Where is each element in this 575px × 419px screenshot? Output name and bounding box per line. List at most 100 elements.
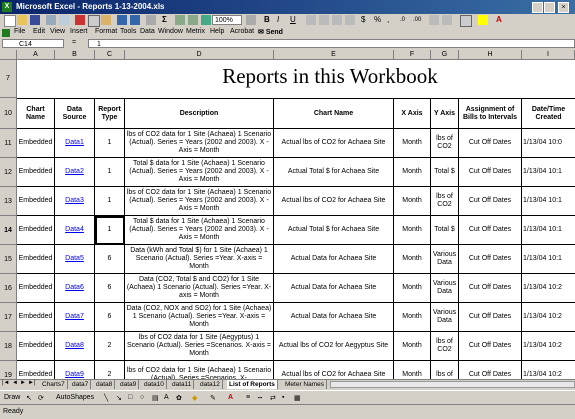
fill-color-draw-icon[interactable]: ◆ — [192, 394, 197, 402]
menu-data[interactable]: Data — [140, 28, 155, 35]
header-description[interactable]: Description — [125, 98, 274, 129]
y-axis-cell[interactable]: Various Data — [431, 245, 459, 274]
chart-type-cell[interactable]: Embedded — [17, 245, 55, 274]
data-source-link[interactable]: Data3 — [55, 187, 95, 216]
italic-icon[interactable]: I — [277, 15, 287, 25]
chart-type-cell[interactable]: Embedded — [17, 274, 55, 303]
column-header-c[interactable]: C — [95, 50, 125, 60]
horizontal-scrollbar[interactable] — [330, 381, 575, 388]
assignment-cell[interactable]: Cut Off Dates — [459, 361, 522, 379]
chart-name-cell[interactable]: Actual Data for Achaea Site — [274, 245, 394, 274]
x-axis-cell[interactable]: Month — [394, 274, 431, 303]
chart-type-cell[interactable]: Embedded — [17, 216, 55, 245]
chart-name-cell[interactable]: Actual lbs of CO2 for Aegyptus Site — [274, 332, 394, 361]
arrow-style-icon[interactable]: ⇄ — [270, 394, 276, 402]
close-button[interactable]: × — [558, 2, 569, 13]
borders-icon[interactable] — [460, 15, 472, 27]
menu-help[interactable]: Help — [210, 28, 224, 35]
menu-file[interactable]: File — [14, 28, 25, 35]
row-header[interactable]: 13 — [0, 187, 17, 216]
align-right-icon[interactable] — [332, 15, 342, 25]
x-axis-cell[interactable]: Month — [394, 158, 431, 187]
description-cell[interactable]: lbs of CO2 data for 1 Site (Aegyptus) 1 … — [125, 332, 274, 361]
chart-wizard-icon[interactable] — [201, 15, 211, 25]
open-icon[interactable] — [17, 15, 27, 25]
print-preview-icon[interactable] — [59, 15, 69, 25]
date-created-cell[interactable]: 1/13/04 10:1 — [522, 158, 575, 187]
copy-icon[interactable] — [88, 15, 100, 27]
tab-charts7[interactable]: Charts7 — [40, 380, 68, 389]
description-cell[interactable]: Total $ data for 1 Site (Achaea) 1 Scena… — [125, 216, 274, 245]
report-type-cell[interactable]: 6 — [95, 274, 125, 303]
chart-name-cell[interactable]: Actual Data for Achaea Site — [274, 274, 394, 303]
row-header[interactable]: 14 — [0, 216, 17, 245]
report-type-cell[interactable]: 1 — [95, 216, 125, 245]
arrow-icon[interactable]: ↘ — [116, 394, 122, 402]
hyperlink[interactable]: Data8 — [65, 342, 84, 350]
menu-acrobat[interactable]: Acrobat — [230, 28, 254, 35]
line-icon[interactable]: ╲ — [104, 394, 108, 402]
shadow-icon[interactable]: ▪ — [282, 394, 284, 401]
fill-color-icon[interactable] — [478, 15, 488, 25]
header-assignment[interactable]: Assignment of Bills to Intervals — [459, 98, 522, 129]
name-box[interactable]: C14 — [2, 39, 64, 48]
description-cell[interactable]: lbs of CO2 data for 1 Site (Achaea) 1 Sc… — [125, 129, 274, 158]
tab-data8[interactable]: data8 — [94, 380, 116, 389]
chart-type-cell[interactable]: Embedded — [17, 361, 55, 379]
menu-insert[interactable]: Insert — [70, 28, 88, 35]
data-source-link[interactable]: Data5 — [55, 245, 95, 274]
minimize-button[interactable] — [532, 2, 543, 13]
select-all-corner[interactable] — [0, 50, 17, 60]
select-objects-icon[interactable]: ↖ — [26, 394, 32, 402]
line-style-icon[interactable]: ≡ — [246, 394, 250, 401]
sort-descending-icon[interactable] — [188, 15, 198, 25]
y-axis-cell[interactable]: Various Data — [431, 303, 459, 332]
merge-center-icon[interactable] — [345, 15, 355, 25]
help-icon[interactable] — [246, 15, 256, 25]
tab-scroll-last-icon[interactable]: ►| — [28, 380, 36, 386]
x-axis-cell[interactable]: Month — [394, 129, 431, 158]
formula-input[interactable]: 1 — [88, 39, 575, 48]
assignment-cell[interactable]: Cut Off Dates — [459, 129, 522, 158]
assignment-cell[interactable]: Cut Off Dates — [459, 245, 522, 274]
chart-type-cell[interactable]: Embedded — [17, 187, 55, 216]
y-axis-cell[interactable]: lbs of CO2 — [431, 332, 459, 361]
row-header[interactable]: 16 — [0, 274, 17, 303]
date-created-cell[interactable]: 1/13/04 10:1 — [522, 216, 575, 245]
chart-type-cell[interactable]: Embedded — [17, 158, 55, 187]
column-header-g[interactable]: G — [431, 50, 459, 60]
column-header-h[interactable]: H — [459, 50, 522, 60]
align-center-icon[interactable] — [319, 15, 329, 25]
hyperlink[interactable]: Data2 — [65, 168, 84, 176]
y-axis-cell[interactable]: Various Data — [431, 274, 459, 303]
tab-data11[interactable]: data11 — [170, 380, 195, 389]
comma-icon[interactable]: , — [387, 15, 397, 25]
hyperlink[interactable]: Data7 — [65, 313, 84, 321]
decrease-decimal-icon[interactable]: .00 — [413, 15, 423, 25]
sort-ascending-icon[interactable] — [175, 15, 185, 25]
oval-icon[interactable]: ○ — [140, 394, 144, 401]
chart-name-cell[interactable]: Actual lbs of CO2 for Achaea Site — [274, 361, 394, 379]
chart-type-cell[interactable]: Embedded — [17, 332, 55, 361]
hyperlink[interactable]: Data9 — [65, 371, 84, 379]
clipart-icon[interactable]: ✿ — [176, 394, 182, 402]
row-header[interactable]: 19 — [0, 361, 17, 379]
tab-list-of-reports[interactable]: List of Reports — [227, 380, 278, 389]
hyperlink[interactable]: Data6 — [65, 284, 84, 292]
x-axis-cell[interactable]: Month — [394, 332, 431, 361]
tab-data12[interactable]: data12 — [198, 380, 223, 389]
column-header-i[interactable]: I — [522, 50, 575, 60]
y-axis-cell[interactable]: lbs of — [431, 361, 459, 379]
report-type-cell[interactable]: 1 — [95, 187, 125, 216]
row-header[interactable]: 7 — [0, 60, 17, 98]
assignment-cell[interactable]: Cut Off Dates — [459, 274, 522, 303]
row-header[interactable]: 12 — [0, 158, 17, 187]
chart-name-cell[interactable]: Actual lbs of CO2 for Achaea Site — [274, 129, 394, 158]
decrease-indent-icon[interactable] — [429, 15, 439, 25]
tab-meter-names[interactable]: Meter Names — [283, 380, 328, 389]
underline-icon[interactable]: U — [290, 15, 300, 25]
font-color-icon[interactable]: A — [496, 15, 506, 25]
row-header[interactable]: 17 — [0, 303, 17, 332]
hyperlink[interactable]: Data4 — [65, 226, 84, 234]
cut-icon[interactable] — [75, 15, 85, 25]
